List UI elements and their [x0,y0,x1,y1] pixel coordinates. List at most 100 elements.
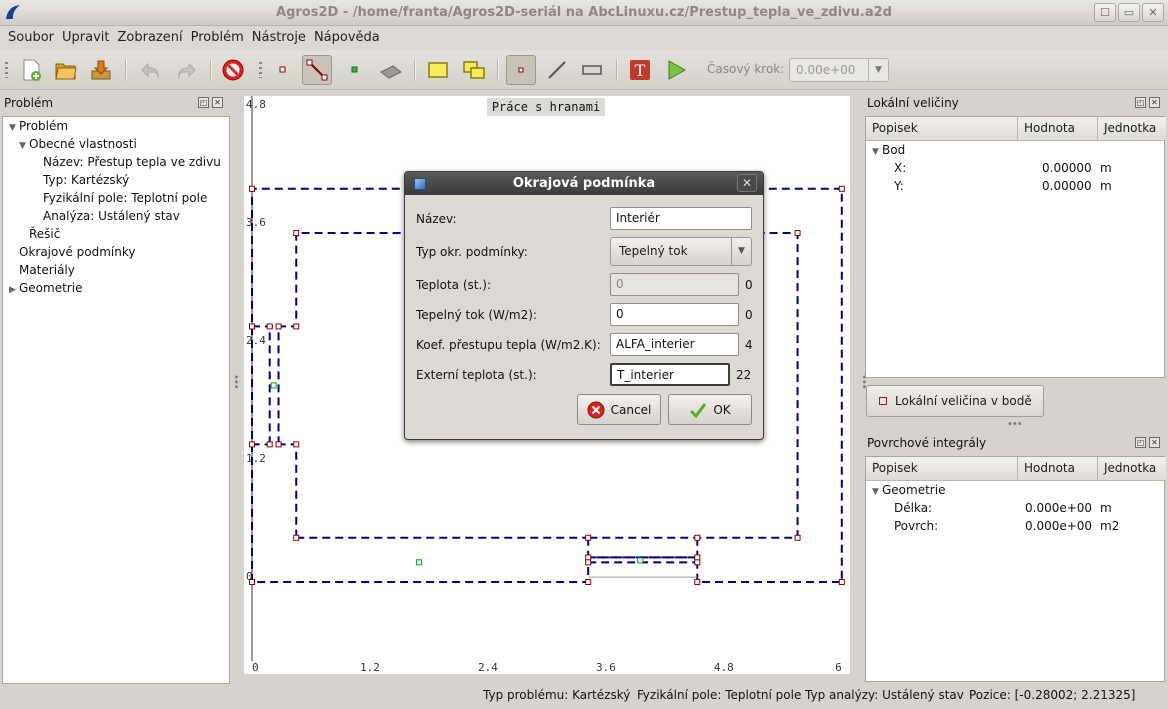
geometry-node[interactable] [266,323,273,330]
local-values-table[interactable]: Popisek Hodnota Jednotka ▼ Bod X: 0.00000… [865,116,1166,378]
geometry-node[interactable] [249,185,255,192]
stop-button[interactable] [218,55,248,85]
expander-icon[interactable]: ▼ [872,147,882,157]
dialog-title-bar[interactable]: Okrajová podmínka ✕ [405,172,763,195]
show-blocks-button[interactable] [577,55,607,85]
tree-item[interactable]: Materiály [9,263,75,277]
geometry-node[interactable] [694,534,701,541]
menu-nastroje[interactable]: Nástroje [248,26,310,50]
menu-zobrazeni[interactable]: Zobrazení [113,26,186,50]
script-editor-button[interactable]: T [625,55,655,85]
tree-group[interactable]: ▼ Geometrie [872,483,945,497]
geometry-node[interactable] [293,534,300,541]
tree-group[interactable]: ▼ Bod [872,143,905,157]
select-multiple-button[interactable] [459,55,489,85]
label-operation-button[interactable] [340,55,370,85]
ok-button[interactable]: OK [668,394,752,425]
column-header-jednotka[interactable]: Jednotka [1098,457,1166,481]
geometry-node[interactable] [694,579,701,585]
geometry-node[interactable] [275,323,282,330]
show-edges-button[interactable] [542,55,572,85]
geometry-node[interactable] [794,534,801,541]
geometry-node[interactable] [694,554,701,561]
float-panel-icon[interactable]: ◰ [1135,97,1146,108]
chevron-down-icon[interactable]: ▼ [868,59,888,81]
open-button[interactable] [51,55,81,85]
geometry-node[interactable] [249,579,255,585]
postprocessor-button[interactable] [376,55,406,85]
label-marker[interactable] [270,382,277,389]
expander-icon[interactable]: ▼ [872,487,882,497]
close-window-button[interactable]: ✕ [1142,3,1164,22]
save-button[interactable] [86,55,116,85]
chevron-down-icon[interactable]: ▼ [731,238,751,265]
edge-operation-button[interactable] [302,55,332,85]
solve-button[interactable] [661,55,691,85]
maximize-button[interactable]: ☐ [1094,3,1116,22]
minimize-button[interactable]: ▭ [1118,3,1140,22]
surface-integrals-table[interactable]: Popisek Hodnota Jednotka ▼ Geometrie Délk… [865,456,1166,682]
toolbar-grip[interactable] [5,62,8,78]
geometry-node[interactable] [293,230,300,237]
local-value-at-point-button[interactable]: Lokální veličina v bodě [866,385,1044,417]
tree-item[interactable]: Analýza: Ustálený stav [43,209,180,223]
geometry-node[interactable] [838,579,845,585]
tree-item[interactable]: Řešič [19,227,60,241]
geometry-node[interactable] [694,559,701,566]
expanded-arrow-icon[interactable]: ▼ [19,141,29,151]
geometry-node[interactable] [794,230,801,237]
label-marker[interactable] [416,559,423,566]
new-document-button[interactable] [16,55,46,85]
external-temperature-field[interactable]: T_interier [610,363,730,386]
toolbar-grip-2[interactable] [259,62,262,78]
geometry-node[interactable] [249,441,255,448]
geometry-node[interactable] [293,323,300,330]
geometry-node[interactable] [293,441,300,448]
float-panel-icon[interactable]: ◰ [198,97,209,108]
close-panel-icon[interactable]: ✕ [212,97,223,108]
left-splitter-handle[interactable]: ••• [230,374,241,389]
cancel-button[interactable]: Cancel [577,394,661,425]
tree-item[interactable]: Fyzikální pole: Teplotní pole [43,191,207,205]
geometry-node[interactable] [838,185,845,192]
problem-tree[interactable]: ▼ Problém ▼ Obecné vlastnosti Název: Přestup… [2,116,230,684]
redo-button[interactable] [171,55,201,85]
menu-upravit[interactable]: Upravit [58,26,113,50]
heat-transfer-coef-field[interactable]: ALFA_interier [610,333,739,356]
label-marker[interactable] [637,557,644,564]
geometry-node[interactable] [585,579,592,585]
tree-item[interactable]: ▼ Problém [9,119,68,133]
tree-item[interactable]: Typ: Kartézský [43,173,129,187]
heat-flux-field[interactable]: 0 [610,303,739,326]
geometry-node[interactable] [266,441,273,448]
expanded-arrow-icon[interactable]: ▼ [9,123,19,133]
tree-item[interactable]: ▶ Geometrie [9,281,82,295]
close-panel-icon[interactable]: ✕ [1149,97,1160,108]
tree-item[interactable]: ▼ Obecné vlastnosti [19,137,137,151]
collapsed-arrow-icon[interactable]: ▶ [9,285,19,295]
geometry-node[interactable] [275,441,282,448]
column-header-popisek[interactable]: Popisek [866,457,1018,481]
bc-type-select[interactable]: Tepelný tok ▼ [610,237,752,266]
dialog-close-button[interactable]: ✕ [737,174,757,192]
undo-button[interactable] [136,55,166,85]
right-panel-splitter-handle[interactable]: ••• [1007,419,1023,430]
column-header-popisek[interactable]: Popisek [866,117,1018,141]
menu-soubor[interactable]: Soubor [4,26,58,50]
geometry-node[interactable] [585,554,592,561]
geometry-node[interactable] [249,323,255,330]
geometry-node[interactable] [585,559,592,566]
select-rectangle-button[interactable] [423,55,453,85]
float-panel-icon[interactable]: ◰ [1135,437,1146,448]
tree-item[interactable]: Název: Přestup tepla ve zdivu [43,155,221,169]
tree-item[interactable]: Okrajové podmínky [9,245,135,259]
geometry-node[interactable] [585,534,592,541]
node-operation-button[interactable] [268,55,298,85]
temperature-field[interactable]: 0 [610,273,739,296]
show-nodes-button[interactable] [506,55,536,85]
menu-napoveda[interactable]: Nápověda [310,26,384,50]
menu-problem[interactable]: Problém [187,26,248,50]
column-header-hodnota[interactable]: Hodnota [1018,457,1098,481]
name-field[interactable]: Interiér [610,207,752,230]
column-header-hodnota[interactable]: Hodnota [1018,117,1098,141]
